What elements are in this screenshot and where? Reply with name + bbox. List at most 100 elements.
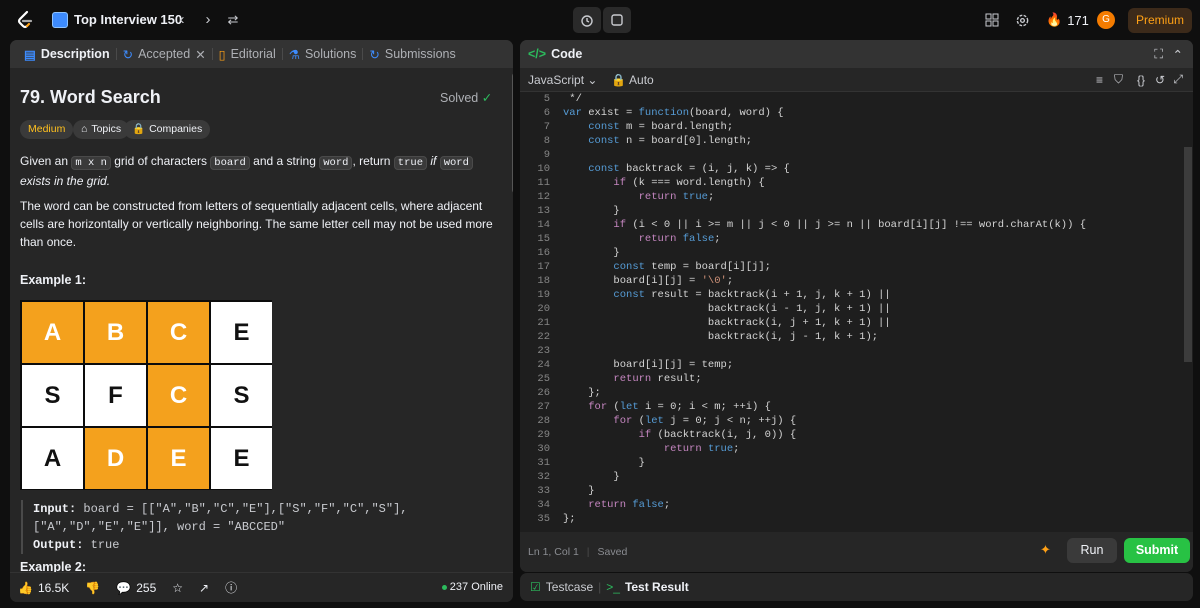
- like-button[interactable]: 👍 16.5K: [10, 581, 77, 595]
- example-1-title: Example 1:: [20, 273, 87, 287]
- expand-icon[interactable]: ⤢: [1173, 72, 1183, 87]
- code-header: </> Code ⛶ ⌃: [520, 40, 1193, 68]
- braces-icon[interactable]: {}: [1137, 73, 1145, 87]
- leetcode-logo-icon[interactable]: [14, 9, 36, 31]
- favorite-button[interactable]: ☆: [164, 581, 191, 595]
- description-scrollbar[interactable]: [510, 70, 513, 570]
- tag-icon: ⌂: [81, 123, 88, 135]
- tab-description[interactable]: ▤ Description: [18, 40, 116, 68]
- line-number: 25: [537, 373, 550, 385]
- debug-icon[interactable]: ✦: [1040, 542, 1051, 558]
- auto-mode[interactable]: 🔒 Auto: [611, 73, 653, 87]
- tab-editorial[interactable]: ▯ Editorial: [213, 40, 282, 68]
- tab-accepted[interactable]: ↻ Accepted ✕: [117, 40, 212, 68]
- line-code: return result;: [613, 373, 702, 385]
- line-number: 7: [543, 121, 550, 133]
- line-number: 15: [537, 233, 550, 245]
- line-number: 24: [537, 359, 550, 371]
- line-number: 5: [543, 93, 550, 105]
- timer-button[interactable]: [573, 7, 601, 33]
- star-icon: ☆: [172, 580, 184, 595]
- topics-chip[interactable]: ⌂ Topics: [73, 120, 130, 139]
- code-line: 32 }: [520, 470, 1180, 484]
- tab-submissions[interactable]: ↻ Submissions: [363, 40, 461, 68]
- problem-title[interactable]: 79. Word Search: [20, 87, 161, 108]
- code-line: 28 for (let j = 0; j < n; ++j) {: [520, 414, 1180, 428]
- format-icon[interactable]: ≡: [1096, 73, 1103, 87]
- line-number: 11: [537, 177, 550, 189]
- notes-button[interactable]: [603, 7, 631, 33]
- layout-icon[interactable]: [983, 11, 1001, 29]
- maximize-icon[interactable]: ⛶: [1154, 47, 1163, 62]
- collapse-icon[interactable]: ⌃: [1173, 47, 1183, 62]
- reset-icon[interactable]: ↺: [1155, 73, 1165, 87]
- line-number: 12: [537, 191, 550, 203]
- language-select[interactable]: JavaScript ⌄: [528, 73, 597, 87]
- check-circle-icon: ✓: [481, 91, 493, 105]
- lock-icon: 🔒: [611, 72, 627, 87]
- close-icon[interactable]: ✕: [195, 47, 205, 62]
- line-code: }: [563, 457, 645, 469]
- line-number: 18: [537, 275, 550, 287]
- code-editor[interactable]: 5 */6 var exist = function(board, word) {…: [520, 92, 1193, 532]
- description-panel: ▤ Description ↻ Accepted ✕ ▯ Editorial ⚗ Solu…: [10, 40, 513, 602]
- submit-button[interactable]: Submit: [1124, 538, 1190, 563]
- line-number: 19: [537, 289, 550, 301]
- premium-button[interactable]: Premium: [1128, 8, 1192, 33]
- avatar[interactable]: G: [1097, 11, 1115, 29]
- editor-scrollbar[interactable]: [1182, 92, 1193, 532]
- difficulty-badge[interactable]: Medium: [20, 120, 74, 139]
- comments-button[interactable]: 💬 255: [108, 581, 164, 595]
- tab-testcase[interactable]: Testcase: [546, 580, 593, 594]
- board-cell: F: [85, 365, 146, 426]
- bookmark-icon[interactable]: ⛉: [1114, 72, 1123, 87]
- line-code: };: [563, 387, 601, 399]
- line-number: 10: [537, 163, 550, 175]
- code-line: 26 };: [520, 386, 1180, 400]
- code-line: 18 board[i][j] = '\0';: [520, 274, 1180, 288]
- code-line: 20 backtrack(i - 1, j, k + 1) ||: [520, 302, 1180, 316]
- problem-list-title[interactable]: Top Interview 150: [74, 12, 182, 27]
- history-icon: ↻: [369, 47, 380, 62]
- line-number: 31: [537, 457, 550, 469]
- code-line: 29 if (backtrack(i, j, 0)) {: [520, 428, 1180, 442]
- shuffle-icon[interactable]: ⇄: [223, 10, 243, 30]
- line-code: return false;: [638, 233, 721, 245]
- line-number: 9: [543, 149, 550, 161]
- checkbox-icon: ☑: [530, 580, 541, 594]
- tab-solutions[interactable]: ⚗ Solutions: [283, 40, 363, 68]
- solved-status: Solved ✓: [440, 91, 493, 105]
- line-number: 33: [537, 485, 550, 497]
- dislike-button[interactable]: 👎: [77, 581, 108, 595]
- line-code: */: [563, 93, 582, 105]
- help-button[interactable]: ⓘ: [217, 579, 245, 596]
- line-code: backtrack(i, j + 1, k + 1) ||: [563, 317, 891, 329]
- problem-description-2: The word can be constructed from letters…: [20, 199, 493, 249]
- code-line: 35};: [520, 512, 1180, 526]
- settings-gear-icon[interactable]: [1013, 11, 1031, 29]
- tab-test-result[interactable]: Test Result: [625, 580, 689, 594]
- next-problem-icon[interactable]: ›: [198, 10, 218, 30]
- test-panel: ☑ Testcase | >_ Test Result: [520, 573, 1193, 601]
- line-number: 22: [537, 331, 550, 343]
- book-icon: ▯: [218, 47, 226, 62]
- board-cell: A: [22, 428, 83, 489]
- code-line: 27 for (let i = 0; i < m; ++i) {: [520, 400, 1180, 414]
- line-code: const n = board[0].length;: [588, 135, 753, 147]
- share-button[interactable]: ↗: [191, 581, 217, 595]
- run-button[interactable]: Run: [1067, 538, 1117, 563]
- line-code: for (let i = 0; i < m; ++i) {: [588, 401, 771, 413]
- prev-problem-icon[interactable]: ‹: [172, 10, 192, 30]
- line-code: if (backtrack(i, j, 0)) {: [638, 429, 797, 441]
- line-number: 34: [537, 499, 550, 511]
- example-board-image: ABCESFCSADEE: [20, 300, 272, 490]
- code-line: 10 const backtrack = (i, j, k) => {: [520, 162, 1180, 176]
- comment-icon: 💬: [116, 580, 132, 595]
- code-panel: </> Code ⛶ ⌃ JavaScript ⌄ 🔒 Auto ≡ ⛉ {} …: [520, 40, 1193, 572]
- companies-chip[interactable]: 🔒 Companies: [124, 120, 211, 139]
- problem-list-icon[interactable]: [52, 12, 68, 28]
- line-number: 17: [537, 261, 550, 273]
- streak-counter[interactable]: 🔥 171: [1046, 12, 1089, 28]
- line-code: if (i < 0 || i >= m || j < 0 || j >= n |…: [613, 219, 1087, 231]
- code-line: 17 const temp = board[i][j];: [520, 260, 1180, 274]
